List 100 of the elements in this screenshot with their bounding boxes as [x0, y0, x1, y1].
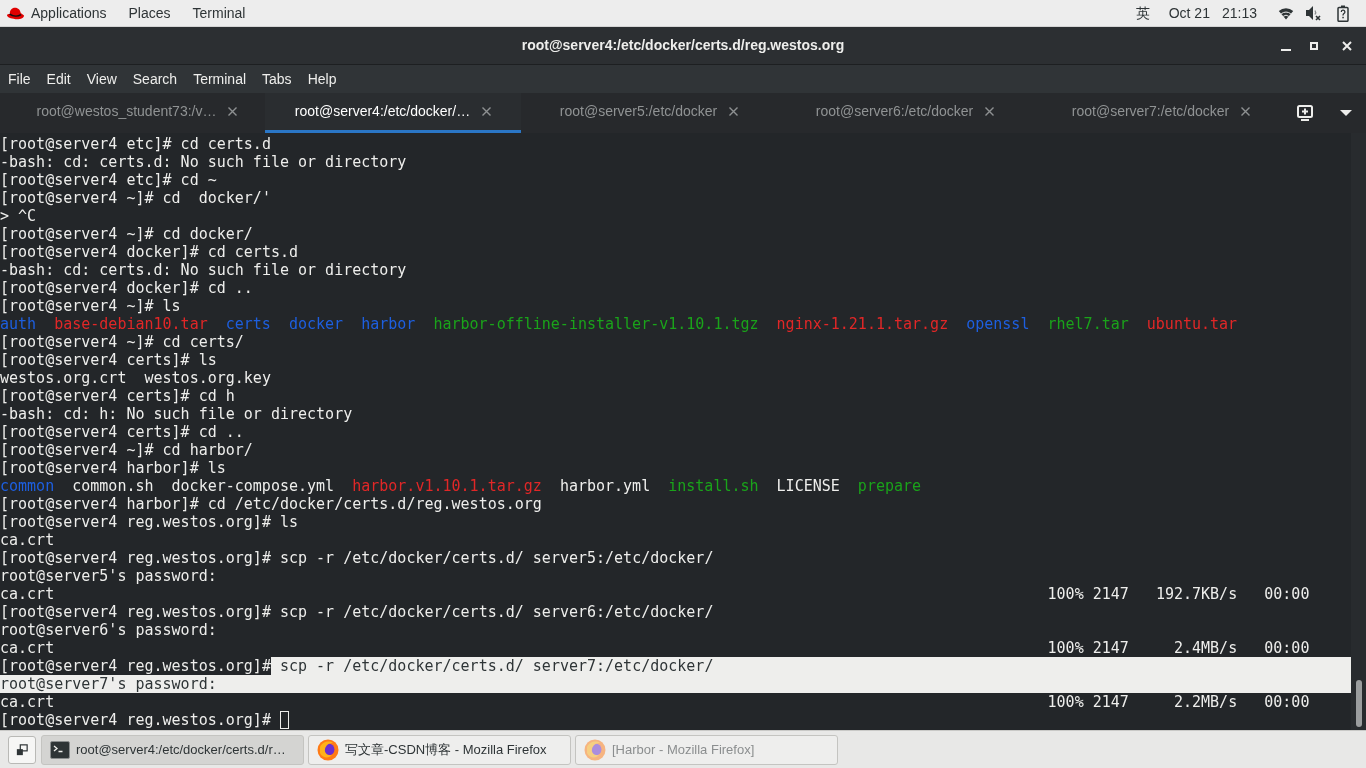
terminal-output: root@server6's password:: [0, 621, 217, 639]
terminal-output: -bash: cd: h: No such file or directory: [0, 405, 353, 423]
scrollbar-track[interactable]: [1351, 133, 1366, 730]
input-method-label[interactable]: 英: [1135, 2, 1150, 24]
top-bar-menu[interactable]: Applications: [31, 2, 107, 24]
shell-command: scp -r /etc/docker/certs.d/ server7:/etc/docker/: [270, 657, 1351, 675]
shell-prompt: [root@server4 ~]#: [0, 441, 154, 459]
menu-item[interactable]: Search: [124, 65, 186, 93]
terminal-output: ca.crt: [0, 531, 55, 549]
shell-command: scp -r /etc/docker/certs.d/ server5:/etc/docker/: [278, 549, 714, 567]
plus-box-icon[interactable]: [1297, 105, 1313, 121]
shell-command: cd docker/': [161, 189, 271, 207]
file-name: harbor: [361, 315, 416, 333]
file-name: common: [0, 477, 55, 495]
caret-down-icon[interactable]: [1340, 110, 1352, 116]
scrollbar-thumb[interactable]: [1355, 680, 1362, 727]
file-name: harbor-offline-installer-v1.10.1.tgz: [433, 315, 759, 333]
taskbar-button[interactable]: 写文章-CSDN博客 - Mozilla Firefox: [308, 734, 571, 765]
tab[interactable]: root@westos_student73:/v…: [9, 93, 265, 133]
menu-item[interactable]: Help: [299, 65, 345, 93]
transfer-rate: 2.4MB/s: [1173, 639, 1238, 657]
shell-prompt: [root@server4 harbor]#: [0, 459, 199, 477]
transfer-percent: 100%: [1047, 693, 1084, 711]
shell-prompt: [root@server4 ~]#: [0, 333, 154, 351]
transfer-size: 2147: [1092, 693, 1129, 711]
shell-prompt: [root@server4 docker]#: [0, 279, 199, 297]
shell-command: ls: [278, 513, 298, 531]
shell-command: cd certs/: [161, 333, 244, 351]
tab[interactable]: root@server5:/etc/docker: [521, 93, 777, 133]
shell-command: cd docker/: [161, 225, 253, 243]
shell-prompt: [root@server4 etc]#: [0, 135, 172, 153]
transfer-rate: 192.7KB/s: [1155, 585, 1238, 603]
menu-item[interactable]: File: [0, 65, 39, 93]
top-bar-menu[interactable]: Terminal: [192, 2, 246, 24]
file-name: certs: [225, 315, 271, 333]
file-name: westos.org.key: [144, 369, 271, 387]
file-name: openssl: [966, 315, 1030, 333]
shell-command: cd ~: [179, 171, 217, 189]
close-icon[interactable]: [1241, 107, 1251, 116]
shell-prompt: [root@server4 reg.westos.org]#: [0, 549, 271, 567]
close-icon[interactable]: [228, 107, 238, 116]
shell-command: cd h: [197, 387, 235, 405]
shell-command: cd ..: [206, 279, 253, 297]
shell-command: cd certs.d: [206, 243, 298, 261]
file-name: rhel7.tar: [1047, 315, 1129, 333]
terminal-output: -bash: cd: certs.d: No such file or directory: [0, 153, 407, 171]
menu-item[interactable]: Edit: [38, 65, 79, 93]
browser-icon: [317, 738, 339, 761]
browser-icon: [584, 738, 606, 761]
tab[interactable]: root@server4:/etc/docker/…: [265, 93, 521, 133]
shell-prompt: [root@server4 harbor]#: [0, 495, 199, 513]
desktop-button[interactable]: [8, 735, 36, 764]
menu-item[interactable]: Tabs: [254, 65, 300, 93]
muted-speaker-icon[interactable]: [1305, 5, 1321, 21]
file-name: common.sh: [72, 477, 154, 495]
shell-prompt: [root@server4 etc]#: [0, 171, 172, 189]
transfer-percent: 100%: [1047, 639, 1084, 657]
overlapping-squares-icon[interactable]: [16, 743, 28, 756]
date-label[interactable]: Oct 21: [1168, 2, 1210, 24]
window-title: root@server4:/etc/docker/certs.d/reg.westos.org: [521, 36, 845, 55]
file-name: harbor.v1.10.1.tar.gz: [352, 477, 542, 495]
tab[interactable]: root@server7:/etc/docker: [1033, 93, 1289, 133]
battery-icon[interactable]: [1337, 4, 1349, 22]
terminal-icon: [50, 740, 70, 759]
shell-command: cd /etc/docker/certs.d/reg.westos.org: [206, 495, 542, 513]
transfer-size: 2147: [1092, 585, 1129, 603]
file-name: ca.crt: [0, 639, 55, 657]
tab[interactable]: root@server6:/etc/docker: [777, 93, 1033, 133]
shell-prompt: [root@server4 ~]#: [0, 225, 154, 243]
close-icon[interactable]: [985, 107, 995, 116]
transfer-rate: 2.2MB/s: [1173, 693, 1238, 711]
transfer-time: 00:00: [1264, 585, 1310, 603]
taskbar-button[interactable]: root@server4:/etc/docker/certs.d/r…: [41, 734, 304, 765]
clock-time[interactable]: 21:13: [1221, 2, 1257, 24]
file-name: nginx-1.21.1.tar.gz: [776, 315, 949, 333]
shell-prompt: [root@server4 reg.westos.org]#: [0, 513, 271, 531]
menu-item[interactable]: Terminal: [185, 65, 255, 93]
shell-command: ls: [161, 297, 181, 315]
file-name: docker: [288, 315, 344, 333]
transfer-size: 2147: [1092, 639, 1129, 657]
hat-icon[interactable]: [6, 5, 25, 21]
shell-command: cd harbor/: [161, 441, 253, 459]
wifi-icon[interactable]: [1278, 6, 1294, 20]
shell-prompt: [root@server4 reg.westos.org]#: [0, 603, 271, 621]
file-name: westos.org.crt: [0, 369, 127, 387]
maximize-icon[interactable]: [1310, 41, 1318, 50]
shell-command: ls: [197, 351, 217, 369]
file-name: harbor.yml: [559, 477, 651, 495]
transfer-time: 00:00: [1264, 639, 1310, 657]
file-name: install.sh: [668, 477, 759, 495]
file-name: prepare: [857, 477, 922, 495]
top-bar-menu[interactable]: Places: [128, 2, 171, 24]
file-name: docker-compose.yml: [171, 477, 335, 495]
close-icon[interactable]: [729, 107, 739, 116]
menu-item[interactable]: View: [78, 65, 125, 93]
terminal-output: root@server5's password:: [0, 567, 217, 585]
terminal-output: > ^C: [0, 207, 37, 225]
shell-command: ls: [206, 459, 226, 477]
file-name: ca.crt: [0, 585, 55, 603]
shell-command: scp -r /etc/docker/certs.d/ server6:/etc/docker/: [278, 603, 714, 621]
